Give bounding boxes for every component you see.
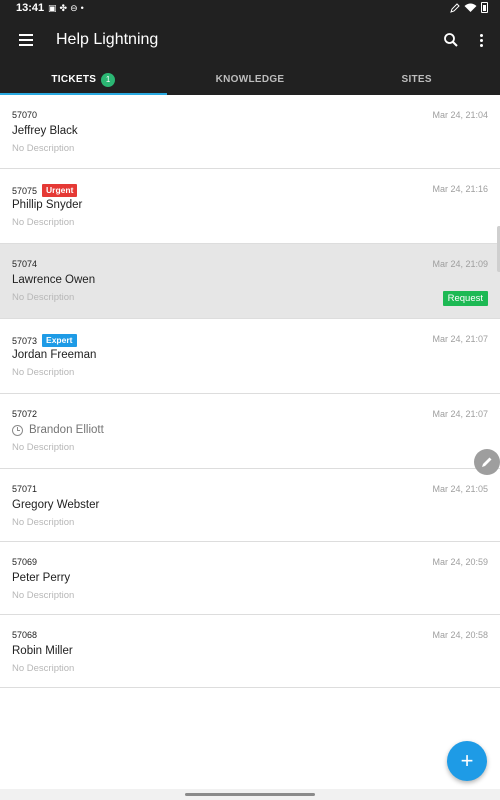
status-bar: 13:41 ▣ ✤ ⊖ • — [0, 0, 500, 17]
ticket-name: Jeffrey Black — [12, 125, 78, 137]
tab-sites[interactable]: SITES — [333, 64, 500, 95]
ticket-name: Brandon Elliott — [12, 424, 104, 436]
ticket-id: 57070 — [12, 110, 38, 120]
ticket-description: No Description — [12, 367, 75, 378]
request-button[interactable]: Request — [442, 291, 488, 306]
ticket-list: 57070 Mar 24, 21:04 Jeffrey Black No Des… — [0, 95, 500, 688]
ticket-name: Lawrence Owen — [12, 274, 96, 286]
menu-icon[interactable] — [14, 29, 38, 51]
ticket-id: 57073 Expert — [12, 334, 77, 347]
tab-sites-label: SITES — [401, 74, 432, 85]
ticket-id: 57074 — [12, 259, 38, 269]
ticket-name: Phillip Snyder — [12, 199, 83, 211]
tab-knowledge[interactable]: KNOWLEDGE — [167, 64, 334, 95]
status-time: 13:41 — [16, 2, 45, 14]
ticket-date: Mar 24, 21:05 — [432, 484, 488, 494]
clock-icon — [12, 424, 23, 436]
navigation-bar — [0, 789, 500, 800]
add-icon[interactable]: + — [447, 741, 487, 781]
ticket-id: 57072 — [12, 409, 38, 419]
ticket-description: No Description — [12, 292, 75, 303]
dot-icon: • — [80, 3, 84, 13]
ticket-description: No Description — [12, 442, 75, 453]
do-not-disturb-icon: ⊖ — [70, 3, 78, 13]
expert-tag: Expert — [42, 334, 77, 347]
ticket-row[interactable]: 57075 Urgent Mar 24, 21:16 Phillip Snyde… — [0, 169, 500, 244]
tab-tickets-label: TICKETS — [51, 74, 97, 85]
ticket-id: 57071 — [12, 484, 38, 494]
status-icons-left: ▣ ✤ ⊖ • — [48, 2, 84, 14]
image-icon: ▣ — [48, 3, 57, 13]
app-title: Help Lightning — [56, 31, 159, 48]
pinwheel-icon: ✤ — [59, 3, 68, 13]
app-bar: Help Lightning — [0, 17, 500, 64]
ticket-date: Mar 24, 21:16 — [432, 184, 488, 194]
pen-icon — [450, 2, 460, 13]
battery-icon — [481, 2, 488, 13]
ticket-id: 57068 — [12, 630, 38, 640]
ticket-row[interactable]: 57069 Mar 24, 20:59 Peter Perry No Descr… — [0, 542, 500, 615]
more-vert-icon[interactable] — [474, 29, 488, 51]
ticket-description: No Description — [12, 143, 75, 154]
ticket-name: Robin Miller — [12, 645, 73, 657]
urgent-tag: Urgent — [42, 184, 78, 197]
ticket-name: Jordan Freeman — [12, 349, 97, 361]
tab-bar: TICKETS 1 KNOWLEDGE SITES — [0, 64, 500, 95]
home-gesture-bar[interactable] — [185, 793, 315, 796]
tab-knowledge-label: KNOWLEDGE — [215, 74, 285, 85]
ticket-row[interactable]: 57068 Mar 24, 20:58 Robin Miller No Desc… — [0, 615, 500, 688]
ticket-description: No Description — [12, 590, 75, 601]
ticket-date: Mar 24, 21:04 — [432, 110, 488, 120]
ticket-row[interactable]: 57070 Mar 24, 21:04 Jeffrey Black No Des… — [0, 95, 500, 169]
ticket-name-text: Brandon Elliott — [29, 424, 104, 436]
ticket-id: 57069 — [12, 557, 38, 567]
ticket-row-selected[interactable]: 57074 Mar 24, 21:09 Lawrence Owen No Des… — [0, 244, 500, 319]
pencil-icon[interactable] — [474, 449, 500, 475]
ticket-date: Mar 24, 20:59 — [432, 557, 488, 567]
ticket-date: Mar 24, 21:07 — [432, 409, 488, 419]
ticket-description: No Description — [12, 217, 75, 228]
wifi-icon — [464, 3, 477, 12]
ticket-description: No Description — [12, 663, 75, 674]
tickets-count-badge: 1 — [101, 72, 116, 87]
ticket-row[interactable]: 57071 Mar 24, 21:05 Gregory Webster No D… — [0, 469, 500, 542]
ticket-date: Mar 24, 21:09 — [432, 259, 488, 269]
status-icons-right — [450, 2, 488, 13]
ticket-row[interactable]: 57073 Expert Mar 24, 21:07 Jordan Freema… — [0, 319, 500, 394]
ticket-date: Mar 24, 21:07 — [432, 334, 488, 344]
ticket-description: No Description — [12, 517, 75, 528]
add-symbol: + — [460, 748, 474, 773]
tab-tickets[interactable]: TICKETS 1 — [0, 64, 167, 95]
ticket-id: 57075 Urgent — [12, 184, 78, 197]
ticket-name: Peter Perry — [12, 572, 71, 584]
search-icon[interactable] — [440, 29, 462, 51]
ticket-date: Mar 24, 20:58 — [432, 630, 488, 640]
ticket-name: Gregory Webster — [12, 499, 100, 511]
ticket-row[interactable]: 57072 Mar 24, 21:07 Brandon Elliott No D… — [0, 394, 500, 469]
